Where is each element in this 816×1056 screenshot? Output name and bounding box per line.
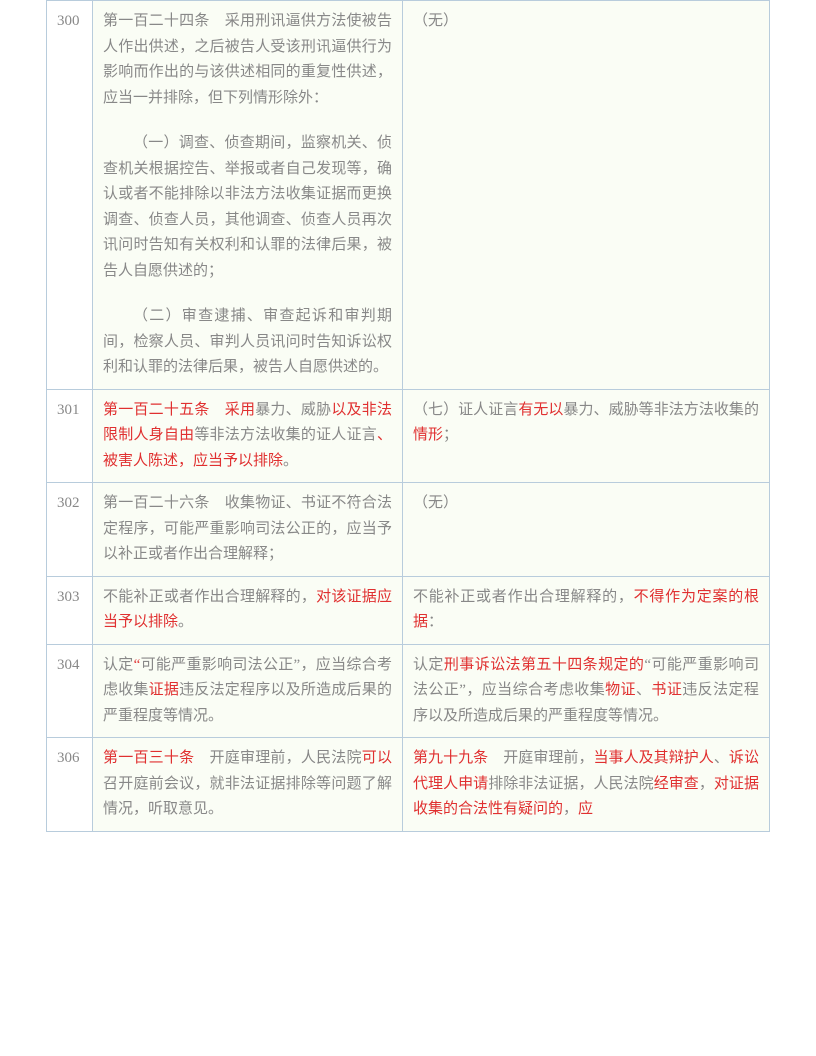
- paragraph: （七）证人证言有无以暴力、威胁等非法方法收集的情形；: [413, 398, 759, 449]
- paragraph: 不能补正或者作出合理解释的，对该证据应当予以排除。: [103, 585, 392, 636]
- row-number: 300: [47, 1, 93, 390]
- paragraph: 不能补正或者作出合理解释的，不得作为定案的根据：: [413, 585, 759, 636]
- text-segment: 当事人及其辩护人: [594, 750, 714, 766]
- table-row: 301第一百二十五条 采用暴力、威胁以及非法限制人身自由等非法方法收集的证人证言…: [47, 389, 770, 483]
- text-segment: 、: [636, 682, 651, 698]
- row-number: 306: [47, 738, 93, 832]
- text-segment: 开庭审理前，人民法院: [194, 750, 361, 766]
- paragraph: （一）调查、侦查期间，监察机关、侦查机关根据控告、举报或者自己发现等，确认或者不…: [103, 131, 392, 284]
- paragraph: （无）: [413, 9, 759, 35]
- left-cell: 第一百三十条 开庭审理前，人民法院可以召开庭前会议，就非法证据排除等问题了解情况…: [93, 738, 403, 832]
- paragraph: （无）: [413, 491, 759, 517]
- paragraph: 认定刑事诉讼法第五十四条规定的“可能严重影响司法公正”，应当综合考虑收集物证、书…: [413, 653, 759, 730]
- row-number: 304: [47, 644, 93, 738]
- row-number: 303: [47, 576, 93, 644]
- left-cell: 第一百二十六条 收集物证、书证不符合法定程序，可能严重影响司法公正的，应当予以补…: [93, 483, 403, 577]
- text-segment: 等非法方法收集的证人证言: [194, 427, 377, 443]
- paragraph: （二）审查逮捕、审查起诉和审判期间，检察人员、审判人员讯问时告知诉讼权利和认罪的…: [103, 304, 392, 381]
- text-segment: 应: [578, 801, 593, 817]
- text-segment: ，: [699, 776, 714, 792]
- text-segment: 第一百二十四条 采用刑讯逼供方法使被告人作出供述，之后被告人受该刑讯逼供行为影响…: [103, 13, 392, 106]
- text-segment: 召开庭前会议，就非法证据排除等问题了解情况，听取意见。: [103, 776, 392, 818]
- left-cell: 不能补正或者作出合理解释的，对该证据应当予以排除。: [93, 576, 403, 644]
- comparison-table: 300第一百二十四条 采用刑讯逼供方法使被告人作出供述，之后被告人受该刑讯逼供行…: [46, 0, 770, 832]
- text-segment: 第一百二十六条 收集物证、书证不符合法定程序，可能严重影响司法公正的，应当予以补…: [103, 495, 392, 562]
- table-row: 303不能补正或者作出合理解释的，对该证据应当予以排除。不能补正或者作出合理解释…: [47, 576, 770, 644]
- text-segment: ，: [563, 801, 578, 817]
- left-cell: 认定“可能严重影响司法公正”，应当综合考虑收集证据违反法定程序以及所造成后果的严…: [93, 644, 403, 738]
- text-segment: 书证: [651, 682, 682, 698]
- table-row: 304认定“可能严重影响司法公正”，应当综合考虑收集证据违反法定程序以及所造成后…: [47, 644, 770, 738]
- text-segment: 认定: [103, 657, 134, 673]
- text-segment: 暴力、威胁等非法方法收集的: [563, 402, 759, 418]
- paragraph: 第一百二十六条 收集物证、书证不符合法定程序，可能严重影响司法公正的，应当予以补…: [103, 491, 392, 568]
- text-segment: 不能补正或者作出合理解释的，: [103, 589, 316, 605]
- text-segment: 不能补正或者作出合理解释的，: [413, 589, 634, 605]
- text-segment: 。: [283, 453, 298, 469]
- paragraph: 第一百二十四条 采用刑讯逼供方法使被告人作出供述，之后被告人受该刑讯逼供行为影响…: [103, 9, 392, 111]
- left-cell: 第一百二十五条 采用暴力、威胁以及非法限制人身自由等非法方法收集的证人证言、被害…: [93, 389, 403, 483]
- text-segment: 暴力、威胁: [255, 402, 331, 418]
- text-segment: （一）调查、侦查期间，监察机关、侦查机关根据控告、举报或者自己发现等，确认或者不…: [103, 135, 392, 279]
- paragraph: 第一百三十条 开庭审理前，人民法院可以召开庭前会议，就非法证据排除等问题了解情况…: [103, 746, 392, 823]
- table-row: 300第一百二十四条 采用刑讯逼供方法使被告人作出供述，之后被告人受该刑讯逼供行…: [47, 1, 770, 390]
- text-segment: ；: [443, 427, 458, 443]
- table-row: 306第一百三十条 开庭审理前，人民法院可以召开庭前会议，就非法证据排除等问题了…: [47, 738, 770, 832]
- text-segment: 第一百三十条: [103, 750, 194, 766]
- text-segment: 经审查: [654, 776, 699, 792]
- text-segment: 第一百二十五条 采用: [103, 402, 255, 418]
- text-segment: 情形: [413, 427, 443, 443]
- table-row: 302第一百二十六条 收集物证、书证不符合法定程序，可能严重影响司法公正的，应当…: [47, 483, 770, 577]
- text-segment: 物证: [605, 682, 636, 698]
- text-segment: 可以: [362, 750, 392, 766]
- text-segment: 证据: [149, 682, 179, 698]
- paragraph: 第一百二十五条 采用暴力、威胁以及非法限制人身自由等非法方法收集的证人证言、被害…: [103, 398, 392, 475]
- text-segment: （无）: [413, 495, 458, 511]
- text-segment: （无）: [413, 13, 458, 29]
- text-segment: ：: [428, 614, 443, 630]
- paragraph: 第九十九条 开庭审理前，当事人及其辩护人、诉讼代理人申请排除非法证据，人民法院经…: [413, 746, 759, 823]
- right-cell: 认定刑事诉讼法第五十四条规定的“可能严重影响司法公正”，应当综合考虑收集物证、书…: [403, 644, 770, 738]
- paragraph: 认定“可能严重影响司法公正”，应当综合考虑收集证据违反法定程序以及所造成后果的严…: [103, 653, 392, 730]
- right-cell: 不能补正或者作出合理解释的，不得作为定案的根据：: [403, 576, 770, 644]
- row-number: 301: [47, 389, 93, 483]
- text-segment: 排除非法证据，人民法院: [488, 776, 653, 792]
- text-segment: （二）审查逮捕、审查起诉和审判期间，检察人员、审判人员讯问时告知诉讼权利和认罪的…: [103, 308, 392, 375]
- left-cell: 第一百二十四条 采用刑讯逼供方法使被告人作出供述，之后被告人受该刑讯逼供行为影响…: [93, 1, 403, 390]
- row-number: 302: [47, 483, 93, 577]
- text-segment: 有无以: [518, 402, 563, 418]
- right-cell: （无）: [403, 483, 770, 577]
- text-segment: （七）: [413, 402, 458, 418]
- text-segment: 认定: [413, 657, 444, 673]
- right-cell: （无）: [403, 1, 770, 390]
- right-cell: 第九十九条 开庭审理前，当事人及其辩护人、诉讼代理人申请排除非法证据，人民法院经…: [403, 738, 770, 832]
- text-segment: 、: [714, 750, 729, 766]
- text-segment: 第九十九条: [413, 750, 488, 766]
- text-segment: 刑事诉讼法第五十四条规定的: [444, 657, 645, 673]
- right-cell: （七）证人证言有无以暴力、威胁等非法方法收集的情形；: [403, 389, 770, 483]
- text-segment: 开庭审理前，: [488, 750, 593, 766]
- text-segment: 证人证言: [458, 402, 518, 418]
- text-segment: 。: [178, 614, 193, 630]
